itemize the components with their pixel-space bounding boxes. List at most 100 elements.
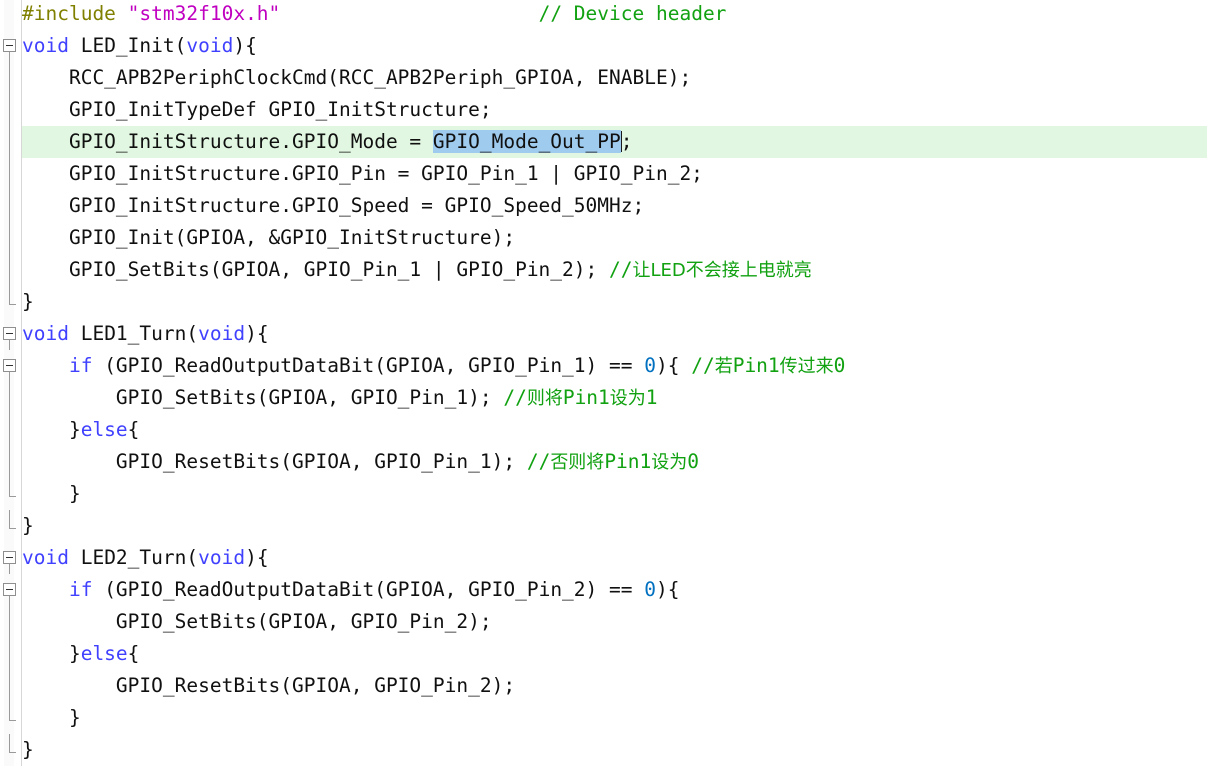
- code-line[interactable]: }: [22, 734, 1207, 766]
- fold-connector-line: [9, 340, 10, 350]
- fold-connector-line: [9, 734, 10, 752]
- fold-connector-line: [9, 564, 10, 574]
- code-editor[interactable]: #include "stm32f10x.h" // Device header v…: [0, 0, 1207, 766]
- code-line[interactable]: GPIO_InitStructure.GPIO_Speed = GPIO_Spe…: [22, 190, 1207, 222]
- code-line[interactable]: GPIO_InitTypeDef GPIO_InitStructure;: [22, 94, 1207, 126]
- code-line[interactable]: }else{: [22, 414, 1207, 446]
- code-token: Pin1: [604, 450, 652, 473]
- code-token: (GPIO_ReadOutputDataBit(GPIOA, GPIO_Pin_…: [92, 354, 645, 377]
- code-token: #include: [22, 2, 128, 25]
- code-line[interactable]: }: [22, 286, 1207, 318]
- code-token: GPIO_InitStructure.GPIO_Speed = GPIO_Spe…: [22, 194, 645, 217]
- code-token: GPIO_ResetBits(GPIOA, GPIO_Pin_1);: [22, 450, 527, 473]
- code-token: {: [127, 642, 140, 665]
- code-token: }: [22, 738, 34, 761]
- code-token: void: [198, 322, 246, 345]
- code-token: GPIO_SetBits(GPIOA, GPIO_Pin_1);: [22, 386, 504, 409]
- fold-collapse-icon[interactable]: [3, 39, 16, 52]
- fold-region-end-icon: [9, 528, 16, 529]
- fold-region-end-icon: [9, 496, 16, 497]
- code-line[interactable]: void LED2_Turn(void){: [22, 542, 1207, 574]
- code-surface[interactable]: #include "stm32f10x.h" // Device header v…: [22, 0, 1207, 766]
- code-line[interactable]: GPIO_ResetBits(GPIOA, GPIO_Pin_2);: [22, 670, 1207, 702]
- code-token: LED1_Turn(: [68, 322, 199, 345]
- fold-connector-line: [9, 126, 10, 158]
- fold-connector-line: [9, 510, 10, 528]
- code-token: }: [22, 482, 81, 505]
- code-line[interactable]: GPIO_SetBits(GPIOA, GPIO_Pin_2);: [22, 606, 1207, 638]
- fold-collapse-icon[interactable]: [3, 359, 16, 372]
- code-token: else: [80, 642, 128, 665]
- code-token: Pin1: [732, 354, 780, 377]
- code-token: (GPIO_ReadOutputDataBit(GPIOA, GPIO_Pin_…: [92, 578, 645, 601]
- code-token: ){: [233, 34, 257, 57]
- code-line[interactable]: GPIO_Init(GPIOA, &GPIO_InitStructure);: [22, 222, 1207, 254]
- code-token: }: [22, 290, 34, 313]
- code-token: ){: [655, 354, 692, 377]
- fold-connector-line: [9, 158, 10, 190]
- code-line[interactable]: void LED1_Turn(void){: [22, 318, 1207, 350]
- code-token: Pin1: [562, 386, 610, 409]
- code-token: }: [22, 706, 81, 729]
- code-token: void: [22, 546, 69, 569]
- fold-connector-line: [9, 478, 10, 496]
- fold-region-end-icon: [9, 720, 16, 721]
- fold-collapse-icon[interactable]: [3, 551, 16, 564]
- code-token: GPIO_Init(GPIOA, &GPIO_InitStructure);: [22, 226, 516, 249]
- code-line[interactable]: if (GPIO_ReadOutputDataBit(GPIOA, GPIO_P…: [22, 350, 1207, 382]
- fold-region-end-icon: [9, 304, 16, 305]
- code-line[interactable]: }: [22, 510, 1207, 542]
- fold-region-end-icon: [9, 752, 16, 753]
- code-token: void: [22, 34, 69, 57]
- fold-connector-line: [9, 446, 10, 478]
- code-line[interactable]: }else{: [22, 638, 1207, 670]
- code-token: 否则将: [550, 452, 605, 473]
- code-token: GPIO_SetBits(GPIOA, GPIO_Pin_1 | GPIO_Pi…: [22, 258, 609, 281]
- code-token: ){: [245, 322, 269, 345]
- code-token: 0: [644, 578, 656, 601]
- code-line[interactable]: if (GPIO_ReadOutputDataBit(GPIOA, GPIO_P…: [22, 574, 1207, 606]
- code-line[interactable]: }: [22, 478, 1207, 510]
- code-line[interactable]: void LED_Init(void){: [22, 30, 1207, 62]
- fold-connector-line: [9, 190, 10, 222]
- code-line[interactable]: GPIO_InitStructure.GPIO_Pin = GPIO_Pin_1…: [22, 158, 1207, 190]
- code-token: 传过来: [779, 356, 834, 377]
- code-token: ;: [620, 130, 633, 153]
- code-line[interactable]: }: [22, 702, 1207, 734]
- code-line[interactable]: GPIO_SetBits(GPIOA, GPIO_Pin_1 | GPIO_Pi…: [22, 254, 1207, 286]
- fold-connector-line: [9, 372, 10, 382]
- code-token: GPIO_InitStructure.GPIO_Mode =: [22, 130, 433, 153]
- code-token: LED_Init(: [68, 34, 187, 57]
- fold-connector-line: [9, 382, 10, 414]
- code-token: ){: [655, 578, 680, 601]
- fold-collapse-icon[interactable]: [3, 583, 16, 596]
- code-token: }: [22, 418, 81, 441]
- fold-connector-line: [9, 222, 10, 254]
- code-line[interactable]: GPIO_SetBits(GPIOA, GPIO_Pin_1); //则将Pin…: [22, 382, 1207, 414]
- code-token: 若: [714, 356, 733, 377]
- code-token: "stm32f10x.h": [127, 2, 281, 25]
- code-line[interactable]: #include "stm32f10x.h" // Device header: [22, 0, 1207, 30]
- code-token: //: [503, 386, 527, 409]
- fold-connector-line: [9, 286, 10, 304]
- fold-connector-line: [9, 638, 10, 670]
- code-token: //: [526, 450, 551, 473]
- fold-gutter[interactable]: [0, 0, 22, 766]
- code-token: 1: [645, 386, 658, 409]
- code-token: else: [80, 418, 128, 441]
- code-line[interactable]: RCC_APB2PeriphClockCmd(RCC_APB2Periph_GP…: [22, 62, 1207, 94]
- code-token: GPIO_SetBits(GPIOA, GPIO_Pin_2);: [22, 610, 492, 633]
- code-token: }: [22, 642, 81, 665]
- fold-connector-line: [9, 254, 10, 286]
- code-line[interactable]: GPIO_InitStructure.GPIO_Mode = GPIO_Mode…: [22, 126, 1207, 158]
- code-token: RCC_APB2PeriphClockCmd(RCC_APB2Periph_GP…: [22, 66, 692, 89]
- fold-connector-line: [9, 414, 10, 446]
- code-token: GPIO_InitStructure.GPIO_Pin = GPIO_Pin_1…: [22, 162, 703, 185]
- code-token: {: [127, 418, 140, 441]
- fold-collapse-icon[interactable]: [3, 327, 16, 340]
- code-line[interactable]: GPIO_ResetBits(GPIOA, GPIO_Pin_1); //否则将…: [22, 446, 1207, 478]
- code-token: 0: [644, 354, 656, 377]
